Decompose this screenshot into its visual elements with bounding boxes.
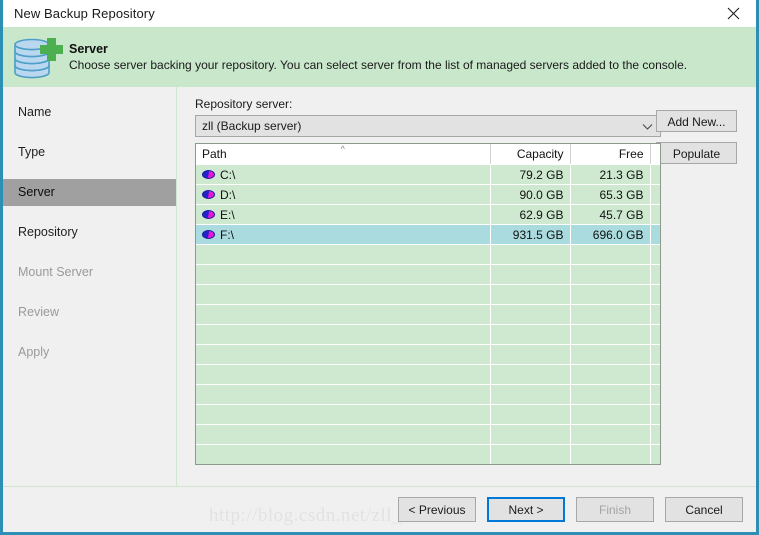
drives-table-body: C:\ 79.2 GB 21.3 GB D:\ 90.0 GB 65.3 GB … [196,164,660,466]
table-empty-row [196,344,660,365]
sidebar-item-mount-server: Mount Server [18,265,94,279]
cell-spacer [650,204,660,225]
disk-drive-icon [202,190,215,199]
database-add-icon [11,31,63,83]
column-header-path-label: Path [202,147,227,161]
cell-spacer [650,224,660,245]
cell-free: 696.0 GB [570,224,651,245]
banner-description: Choose server backing your repository. Y… [69,58,688,72]
drives-table-container[interactable]: Path ^ Capacity Free C:\ 79.2 GB 21.3 GB… [195,143,661,465]
table-empty-row [196,424,660,445]
main-panel: Repository server: zll (Backup server) A… [177,87,756,486]
repository-server-label: Repository server: [195,97,293,111]
table-empty-row [196,384,660,405]
cell-free: 21.3 GB [570,164,651,185]
window-title: New Backup Repository [14,6,155,21]
sidebar-item-type[interactable]: Type [3,139,176,166]
populate-button[interactable]: Populate [656,142,737,164]
cell-capacity: 90.0 GB [490,184,571,205]
table-empty-row [196,465,660,466]
cell-path: E:\ [220,207,235,222]
cancel-button[interactable]: Cancel [665,497,743,522]
table-empty-row [196,264,660,285]
table-empty-row [196,244,660,265]
wizard-step-sidebar: Name Type Server Repository Mount Server… [3,87,177,486]
cell-path: C:\ [220,167,236,182]
cell-path: D:\ [220,187,236,202]
new-backup-repository-dialog: New Backup Repository Server Choose serv… [0,0,759,535]
column-header-free[interactable]: Free [570,144,651,165]
table-empty-row [196,364,660,385]
dialog-body: Name Type Server Repository Mount Server… [3,87,756,486]
disk-drive-icon [202,210,215,219]
column-header-capacity[interactable]: Capacity [490,144,571,165]
sidebar-item-server[interactable]: Server [3,179,176,206]
table-empty-row [196,284,660,305]
cell-capacity: 931.5 GB [490,224,571,245]
repository-server-select[interactable]: zll (Backup server) [195,115,661,137]
sidebar-item-apply: Apply [18,345,50,359]
close-icon[interactable] [711,0,756,27]
table-empty-row [196,324,660,345]
cell-spacer [650,184,660,205]
cell-spacer [650,164,660,185]
table-row[interactable]: C:\ 79.2 GB 21.3 GB [196,164,660,185]
table-empty-row [196,404,660,425]
cell-capacity: 62.9 GB [490,204,571,225]
caret-up-icon: ^ [340,144,345,154]
sidebar-item-review: Review [18,305,59,319]
table-row[interactable]: D:\ 90.0 GB 65.3 GB [196,184,660,205]
cell-free: 65.3 GB [570,184,651,205]
server-action-buttons: Add New... Populate [656,110,737,164]
sidebar-item-repository[interactable]: Repository [3,219,176,246]
repository-server-value: zll (Backup server) [202,119,302,133]
cell-free: 45.7 GB [570,204,651,225]
table-header-row: Path ^ Capacity Free [196,144,660,165]
drives-table: Path ^ Capacity Free C:\ 79.2 GB 21.3 GB… [196,144,660,466]
wizard-header-banner: Server Choose server backing your reposi… [3,27,756,87]
banner-title: Server [69,42,108,56]
chevron-down-icon [642,116,653,136]
disk-drive-icon [202,230,215,239]
table-row[interactable]: F:\ 931.5 GB 696.0 GB [196,224,660,245]
disk-drive-icon [202,170,215,179]
dialog-footer: http://blog.csdn.net/zll_0405 < Previous… [3,486,756,532]
cell-capacity: 79.2 GB [490,164,571,185]
title-bar: New Backup Repository [3,0,756,27]
column-header-spacer [650,144,660,165]
finish-button: Finish [576,497,654,522]
column-header-path[interactable]: Path ^ [196,144,491,165]
table-empty-row [196,444,660,464]
sidebar-item-name[interactable]: Name [3,99,176,126]
cell-path: F:\ [220,227,234,242]
next-button[interactable]: Next > [487,497,565,522]
table-row[interactable]: E:\ 62.9 GB 45.7 GB [196,204,660,225]
previous-button[interactable]: < Previous [398,497,476,522]
add-new-button[interactable]: Add New... [656,110,737,132]
table-empty-row [196,304,660,325]
